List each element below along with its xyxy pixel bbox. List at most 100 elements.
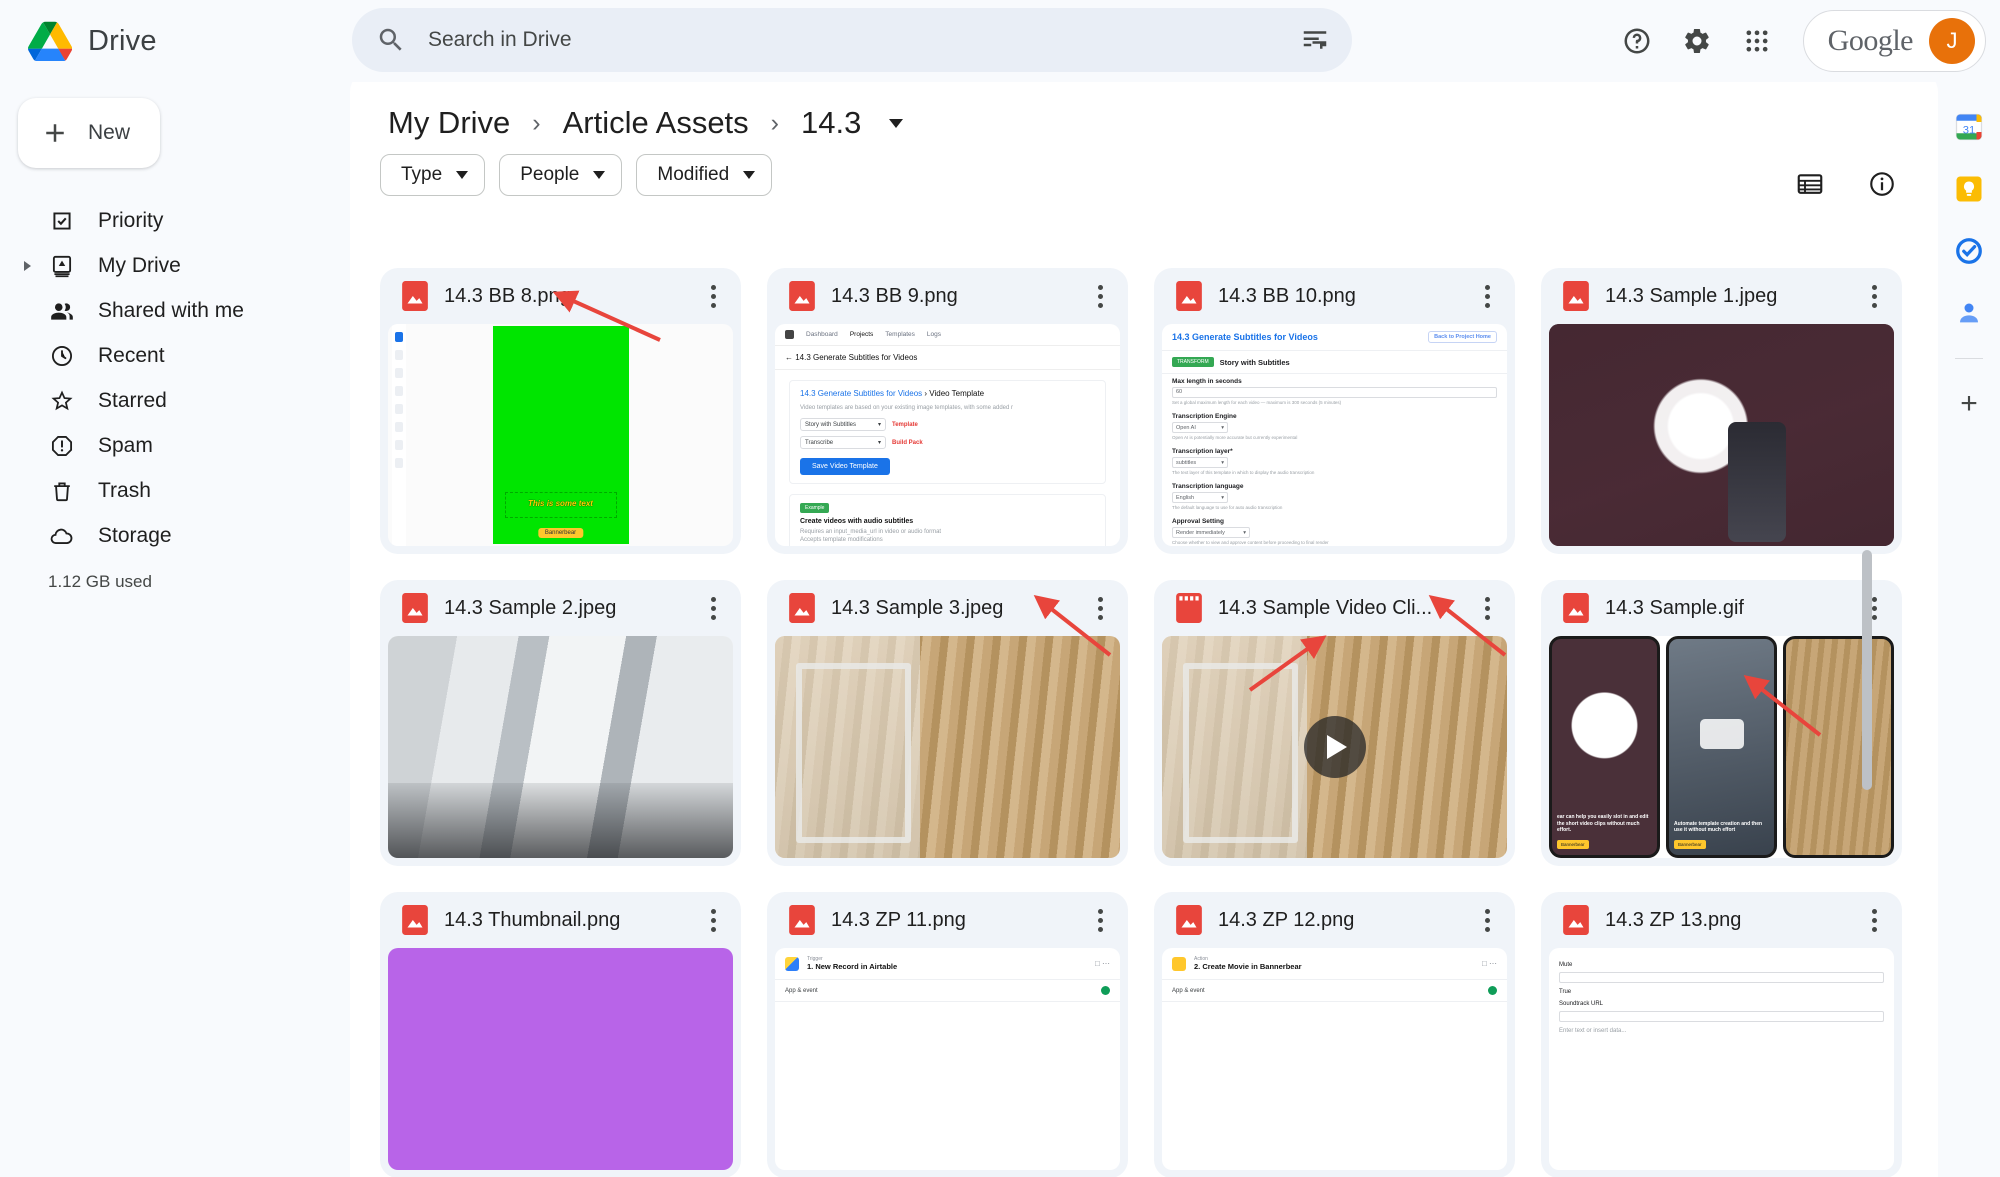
chevron-down-icon[interactable] [889, 118, 904, 128]
thumb-form-field: Transcription Engine Open AI ▾ Open AI is… [1162, 409, 1507, 444]
file-more-button[interactable] [1082, 902, 1118, 938]
sidebar-item-priority[interactable]: Priority [0, 198, 350, 243]
file-card[interactable]: 14.3 BB 10.png 14.3 Generate Subtitles f… [1154, 268, 1515, 554]
list-view-icon [1797, 174, 1823, 194]
file-name: 14.3 ZP 11.png [831, 908, 966, 931]
file-card[interactable]: 14.3 Sample 2.jpeg [380, 580, 741, 866]
thumb-heading-rest: › Video Template [924, 389, 985, 398]
photo-window [388, 636, 733, 858]
search-input[interactable] [428, 28, 1278, 52]
filter-chip-type[interactable]: Type [380, 154, 486, 196]
sidebar-item-starred[interactable]: Starred [0, 378, 350, 423]
sidebar-item-recent[interactable]: Recent [0, 333, 350, 378]
breadcrumb-item-article-assets[interactable]: Article Assets [555, 101, 757, 145]
zap-row-actions: □ ⋯ [1094, 959, 1110, 968]
drive-logo-icon [28, 21, 72, 61]
status-ok-icon [1488, 986, 1497, 995]
drive-app: Drive Search in Drive Google J New Prior… [0, 0, 2000, 1177]
file-card[interactable]: 14.3 BB 9.png Dashboard Projects Templat… [767, 268, 1128, 554]
search-options-icon[interactable] [1300, 25, 1330, 55]
add-app-button[interactable]: + [1952, 387, 1986, 421]
file-name: 14.3 Sample 3.jpeg [831, 596, 1004, 619]
google-calendar-icon[interactable]: 31 [1952, 110, 1986, 144]
help-button[interactable] [1609, 13, 1665, 69]
thumb-card-heading: 14.3 Generate Subtitles for Videos › Vid… [800, 389, 1095, 398]
brand[interactable]: Drive [0, 21, 350, 61]
field-value: 60 [1172, 387, 1497, 398]
google-apps-button[interactable] [1729, 13, 1785, 69]
file-card[interactable]: 14.3 Sample 1.jpeg [1541, 268, 1902, 554]
avatar[interactable]: J [1929, 18, 1975, 64]
file-card[interactable]: 14.3 ZP 13.png Mute True Soundtrack URL … [1541, 892, 1902, 1177]
google-contacts-icon[interactable] [1952, 296, 1986, 330]
star-icon [48, 387, 76, 415]
details-button[interactable] [1854, 156, 1910, 212]
settings-button[interactable] [1669, 13, 1725, 69]
expand-arrow-icon[interactable] [24, 260, 31, 271]
image-file-icon [1563, 593, 1589, 623]
file-more-button[interactable] [1469, 590, 1505, 626]
file-card[interactable]: 14.3 Sample Video Cli... [1154, 580, 1515, 866]
thumb-bullet: Accepts template modifications [800, 537, 883, 543]
file-name: 14.3 BB 9.png [831, 284, 958, 307]
zap-subrow: App & event [1162, 980, 1507, 1002]
search-bar[interactable] [352, 8, 1352, 72]
file-row: 14.3 Thumbnail.png 14.3 ZP 11.png Trigge… [380, 892, 1938, 1177]
file-card-header: 14.3 ZP 12.png [1154, 892, 1515, 948]
file-more-button[interactable] [1856, 278, 1892, 314]
field-hint: The text layer of this template in which… [1172, 470, 1315, 475]
sidebar-item-label: Priority [98, 208, 164, 232]
sidebar-item-trash[interactable]: Trash [0, 468, 350, 513]
thumb-select-value: Story with Subtitles [805, 421, 857, 428]
grid-scrollbar[interactable] [1862, 550, 1872, 790]
sidebar-item-spam[interactable]: Spam [0, 423, 350, 468]
file-card[interactable]: 14.3 Sample 3.jpeg [767, 580, 1128, 866]
spam-icon [48, 432, 76, 460]
file-grid: 14.3 BB 8.png This is some text Bannerbe… [350, 268, 1938, 1177]
file-card[interactable]: 14.3 Sample.gif ear can help you easily … [1541, 580, 1902, 866]
gif-badge: Bannerbear [1557, 840, 1589, 849]
trash-icon [48, 477, 76, 505]
file-more-button[interactable] [1469, 278, 1505, 314]
google-keep-icon[interactable] [1952, 172, 1986, 206]
file-more-button[interactable] [1469, 902, 1505, 938]
view-actions [1782, 156, 1910, 212]
field-hint: Open AI is potentially more accurate but… [1172, 435, 1298, 440]
my-drive-icon [48, 252, 76, 280]
sidebar-item-my-drive[interactable]: My Drive [0, 243, 350, 288]
sidebar-item-shared-with-me[interactable]: Shared with me [0, 288, 350, 333]
photo-ring-light [1549, 324, 1894, 546]
breadcrumb-separator: › [532, 108, 541, 137]
file-card[interactable]: 14.3 BB 8.png This is some text Bannerbe… [380, 268, 741, 554]
field-select-value: Open AI [1176, 424, 1196, 431]
file-more-button[interactable] [695, 590, 731, 626]
filter-chip-label: Modified [657, 164, 730, 185]
app-header: Drive Search in Drive Google J [0, 0, 2000, 82]
filter-chips: Type People Modified [350, 146, 1938, 196]
list-view-button[interactable] [1782, 156, 1838, 212]
info-icon [1870, 172, 1894, 196]
account-chip[interactable]: Google J [1802, 10, 1986, 72]
breadcrumb-item-my-drive[interactable]: My Drive [380, 101, 518, 145]
file-card[interactable]: 14.3 ZP 12.png Action 2. Create Movie in… [1154, 892, 1515, 1177]
file-card[interactable]: 14.3 ZP 11.png Trigger 1. New Record in … [767, 892, 1128, 1177]
file-more-button[interactable] [1082, 590, 1118, 626]
thumb-form-field: Approval Setting Render immediately ▾ Cho… [1162, 514, 1507, 546]
field-label: Transcription layer* [1172, 448, 1233, 455]
file-more-button[interactable] [695, 902, 731, 938]
file-card[interactable]: 14.3 Thumbnail.png [380, 892, 741, 1177]
bannerbear-icon [1172, 956, 1186, 971]
google-tasks-icon[interactable] [1952, 234, 1986, 268]
file-more-button[interactable] [1082, 278, 1118, 314]
file-more-button[interactable] [1856, 902, 1892, 938]
filter-chip-people[interactable]: People [499, 154, 623, 196]
field-label: Soundtrack URL [1559, 1001, 1604, 1007]
sidebar-item-storage[interactable]: Storage [0, 513, 350, 558]
thumb-card: Example Create videos with audio subtitl… [789, 494, 1106, 546]
new-button[interactable]: New [18, 98, 160, 168]
breadcrumb-item-current[interactable]: 14.3 [793, 101, 869, 145]
play-button-icon[interactable] [1303, 716, 1366, 778]
filter-chip-modified[interactable]: Modified [636, 154, 773, 196]
thumb-form-title: 14.3 Generate Subtitles for Videos [1172, 332, 1318, 342]
file-more-button[interactable] [695, 278, 731, 314]
